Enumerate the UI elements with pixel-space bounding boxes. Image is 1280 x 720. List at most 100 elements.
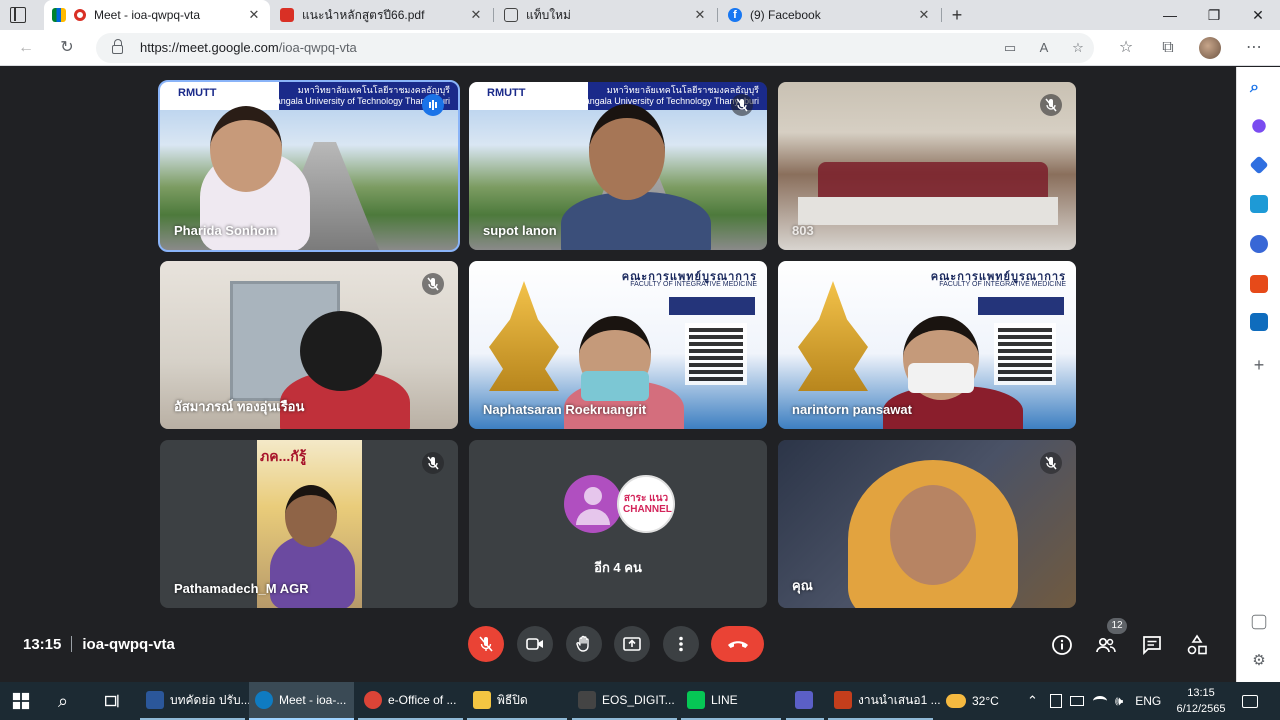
leave-call-button[interactable]	[711, 626, 764, 662]
qr-code	[994, 323, 1056, 385]
tab-facebook[interactable]: f (9) Facebook ✕	[720, 0, 940, 30]
url-host: https://meet.google.com	[140, 40, 279, 55]
participant-tile[interactable]: RMUTT มหาวิทยาลัยเทคโนโลยีราชมงคลธัญบุรี…	[469, 82, 767, 250]
tray-overflow-icon[interactable]: ⌃	[1027, 682, 1038, 720]
chrome-icon	[364, 691, 382, 709]
hand-icon	[576, 635, 589, 652]
start-button[interactable]	[12, 682, 34, 720]
close-icon[interactable]: ✕	[246, 7, 262, 23]
self-tile[interactable]: คุณ	[778, 440, 1076, 608]
others-count-label: อีก 4 คน	[594, 560, 642, 575]
task-view-icon[interactable]	[103, 682, 123, 720]
close-icon[interactable]: ✕	[468, 7, 484, 23]
tab-actions-icon[interactable]	[10, 7, 26, 23]
refresh-button[interactable]: ↻	[55, 36, 79, 60]
minimize-button[interactable]: —	[1148, 0, 1192, 30]
taskbar-item-chrome[interactable]: e-Office of ...	[358, 682, 463, 720]
face-mask	[581, 371, 649, 401]
new-tab-button[interactable]: +	[947, 5, 967, 25]
more-options-button[interactable]	[663, 626, 699, 662]
desks	[798, 197, 1058, 225]
participant-tile[interactable]: คณะการแพทย์บูรณาการ FACULTY OF INTEGRATI…	[469, 261, 767, 429]
outlook-icon[interactable]	[1250, 313, 1268, 331]
taskbar-item-powerpoint[interactable]: งานนำเสนอ1 ...	[828, 682, 941, 720]
games-icon[interactable]	[1250, 235, 1268, 253]
restore-button[interactable]: ❐	[1192, 0, 1236, 30]
discover-icon[interactable]	[1252, 119, 1266, 133]
tab-divider	[941, 8, 942, 22]
participant-head	[285, 485, 337, 547]
battery-icon[interactable]	[1050, 694, 1062, 708]
profile-avatar[interactable]	[1199, 37, 1221, 59]
camera-toggle-button[interactable]	[517, 626, 553, 662]
wifi-icon[interactable]	[1093, 696, 1107, 706]
notification-icon[interactable]	[1242, 682, 1258, 720]
shopping-icon[interactable]	[1249, 155, 1269, 175]
back-button[interactable]: ←	[14, 36, 38, 60]
participant-head	[210, 106, 282, 192]
office-icon[interactable]	[1250, 275, 1268, 293]
more-icon[interactable]: ⋯	[1242, 36, 1266, 60]
search-icon[interactable]: ⌕	[1250, 79, 1268, 97]
participant-tile[interactable]: 803	[778, 82, 1076, 250]
tab-title: แท็บใหม่	[526, 7, 571, 22]
microphone-toggle-button[interactable]	[468, 626, 504, 662]
taskbar-item-eos[interactable]: EOS_DIGIT...	[572, 682, 677, 720]
search-icon[interactable]: ⌕	[58, 682, 78, 720]
volume-icon[interactable]: 🕪	[1115, 693, 1123, 709]
person-icon	[584, 487, 602, 505]
others-tile[interactable]: สาระ แนว CHANNEL อีก 4 คน	[469, 440, 767, 608]
add-favorite-icon[interactable]: ☆	[1068, 38, 1088, 58]
settings-icon[interactable]: ⚙	[1250, 652, 1268, 670]
taskbar-clock[interactable]: 13:15 6/12/2565	[1172, 685, 1230, 717]
participant-tile[interactable]: คณะการแพทย์บูรณาการ FACULTY OF INTEGRATI…	[778, 261, 1076, 429]
present-screen-button[interactable]	[614, 626, 650, 662]
url-text[interactable]: https://meet.google.com/ioa-qwpq-vta	[140, 40, 357, 55]
tab-pdf[interactable]: แนะนำหลักสูตรปี66.pdf ✕	[272, 0, 492, 30]
avatar	[564, 475, 622, 533]
lock-icon[interactable]	[112, 39, 123, 54]
speaking-indicator-icon	[422, 94, 444, 116]
browser-tab-strip: Meet - ioa-qwpq-vta ✕ แนะนำหลักสูตรปี66.…	[0, 0, 1280, 30]
stars-badge	[669, 297, 755, 315]
tab-meet[interactable]: Meet - ioa-qwpq-vta ✕	[44, 0, 270, 30]
participant-name: คุณ	[792, 578, 813, 593]
raise-hand-button[interactable]	[566, 626, 602, 662]
add-icon[interactable]: +	[1250, 356, 1268, 374]
hide-sidebar-icon[interactable]	[1251, 614, 1267, 630]
camera-icon[interactable]: ▭	[1000, 38, 1020, 58]
videocam-icon	[526, 638, 543, 650]
participant-name: supot lanon	[483, 223, 557, 238]
rmutt-caption: มหาวิทยาลัยเทคโนโลยีราชมงคลธัญบุรี Rajama…	[558, 85, 759, 106]
activities-icon[interactable]	[1186, 634, 1208, 656]
tools-icon[interactable]	[1250, 195, 1268, 213]
tab-new[interactable]: แท็บใหม่ ✕	[496, 0, 716, 30]
rmutt-logo: RMUTT	[178, 87, 217, 99]
taskbar-item-line[interactable]: LINE	[681, 682, 781, 720]
read-aloud-icon[interactable]: A	[1034, 38, 1054, 58]
address-bar[interactable]: https://meet.google.com/ioa-qwpq-vta ▭ A…	[96, 33, 1094, 63]
close-icon[interactable]: ✕	[692, 7, 708, 23]
keyboard-icon[interactable]	[1070, 696, 1084, 706]
taskbar-item-edge[interactable]: Meet - ioa-...	[249, 682, 354, 720]
taskbar-item-word[interactable]: บทคัดย่อ ปรับ...	[140, 682, 251, 720]
language-indicator[interactable]: ENG	[1135, 694, 1161, 708]
taskbar-item-teams[interactable]	[786, 682, 824, 720]
weather-widget[interactable]: 32°C	[946, 682, 999, 720]
collections-icon[interactable]: ⧉	[1156, 36, 1180, 60]
chat-icon[interactable]	[1141, 634, 1163, 656]
more-vert-icon	[679, 636, 683, 652]
close-window-button[interactable]: ✕	[1236, 0, 1280, 30]
people-icon[interactable]	[1095, 634, 1117, 656]
participant-tile[interactable]: RMUTT มหาวิทยาลัยเทคโนโลยีราชมงคลธัญบุรี…	[158, 80, 460, 252]
close-icon[interactable]: ✕	[916, 7, 932, 23]
info-icon[interactable]	[1051, 634, 1073, 656]
participant-tile[interactable]: ภค...กัรู้ Pathamadech_M AGR	[160, 440, 458, 608]
favorites-icon[interactable]: ☆	[1114, 36, 1138, 60]
avatar: สาระ แนว CHANNEL	[617, 475, 675, 533]
eos-icon	[578, 691, 596, 709]
participant-tile[interactable]: อัสมาภรณ์ ทองอุ่นเรือน	[160, 261, 458, 429]
meet-stage: RMUTT มหาวิทยาลัยเทคโนโลยีราชมงคลธัญบุรี…	[0, 67, 1236, 682]
taskbar-item-folder[interactable]: พิธีปิด	[467, 682, 567, 720]
mic-off-icon	[422, 273, 444, 295]
